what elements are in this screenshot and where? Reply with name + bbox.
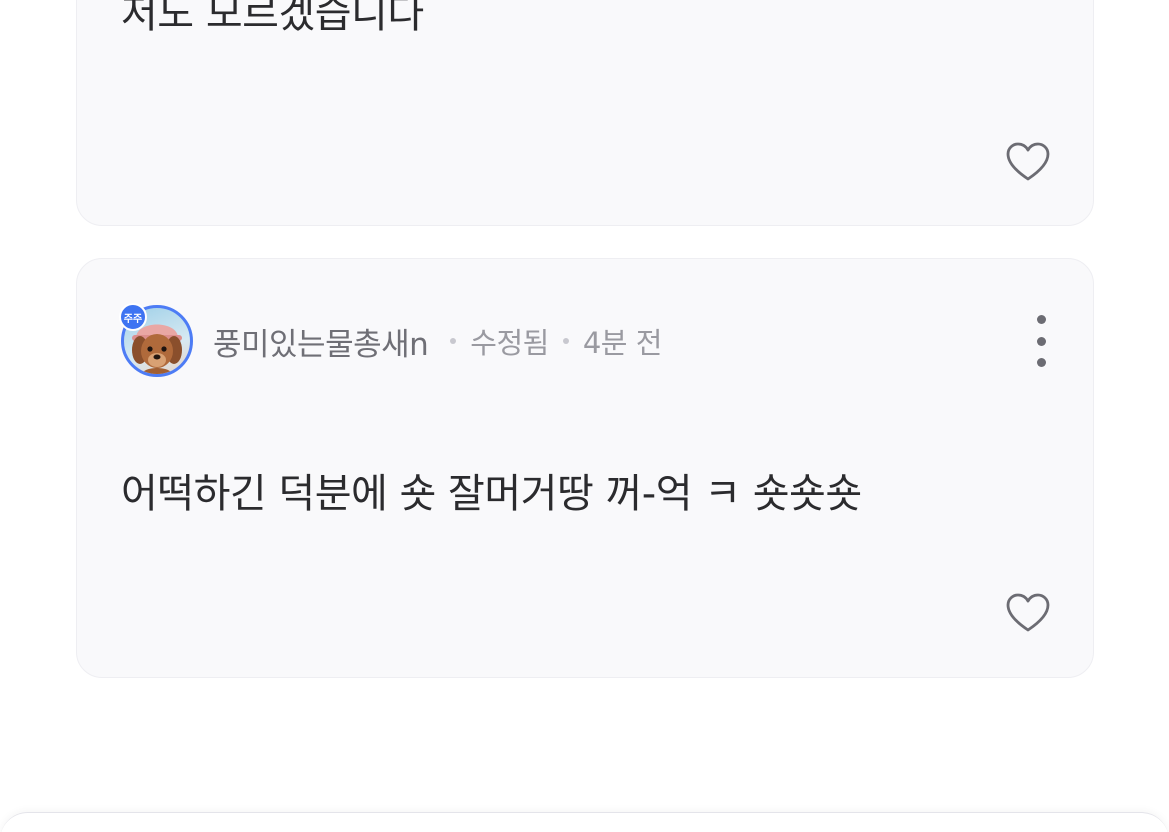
more-vertical-icon-dot	[1036, 336, 1046, 346]
author-name[interactable]: 풍미있는물총새n	[213, 319, 429, 364]
comment-header: 주주 풍미있는물총새n 수정됨 4분 전	[119, 303, 663, 379]
comment-card: 저도 모르겠습니다	[76, 0, 1094, 226]
meta-separator	[562, 338, 569, 344]
comment-time: 4분 전	[582, 326, 663, 360]
comment-text: 어떡하긴 덕분에 숏 잘머거땅 꺼-억 ㅋ 숏숏숏	[121, 471, 862, 517]
heart-outline-icon	[1006, 593, 1050, 632]
more-vertical-icon-dot	[1036, 315, 1046, 324]
author-avatar-wrapper[interactable]: 주주	[119, 303, 193, 377]
comment-text: 저도 모르겠습니다	[121, 0, 424, 37]
comment-list-page: 저도 모르겠습니다 주주 풍미있는물총새n 수정됨 4분 전 어떡하긴 덕분에 …	[0, 0, 1169, 832]
more-vertical-icon-dot	[1036, 358, 1046, 367]
shareholder-badge: 주주	[119, 303, 147, 331]
like-button[interactable]	[1005, 141, 1051, 183]
heart-outline-icon	[1006, 142, 1050, 181]
bottom-input-panel[interactable]	[0, 812, 1169, 832]
comment-card: 주주 풍미있는물총새n 수정됨 4분 전 어떡하긴 덕분에 숏 잘머거땅 꺼-억…	[76, 258, 1094, 678]
more-options-button[interactable]	[1029, 315, 1053, 367]
meta-separator	[450, 338, 457, 344]
edited-label: 수정됨	[470, 326, 549, 360]
like-button[interactable]	[1005, 592, 1051, 634]
